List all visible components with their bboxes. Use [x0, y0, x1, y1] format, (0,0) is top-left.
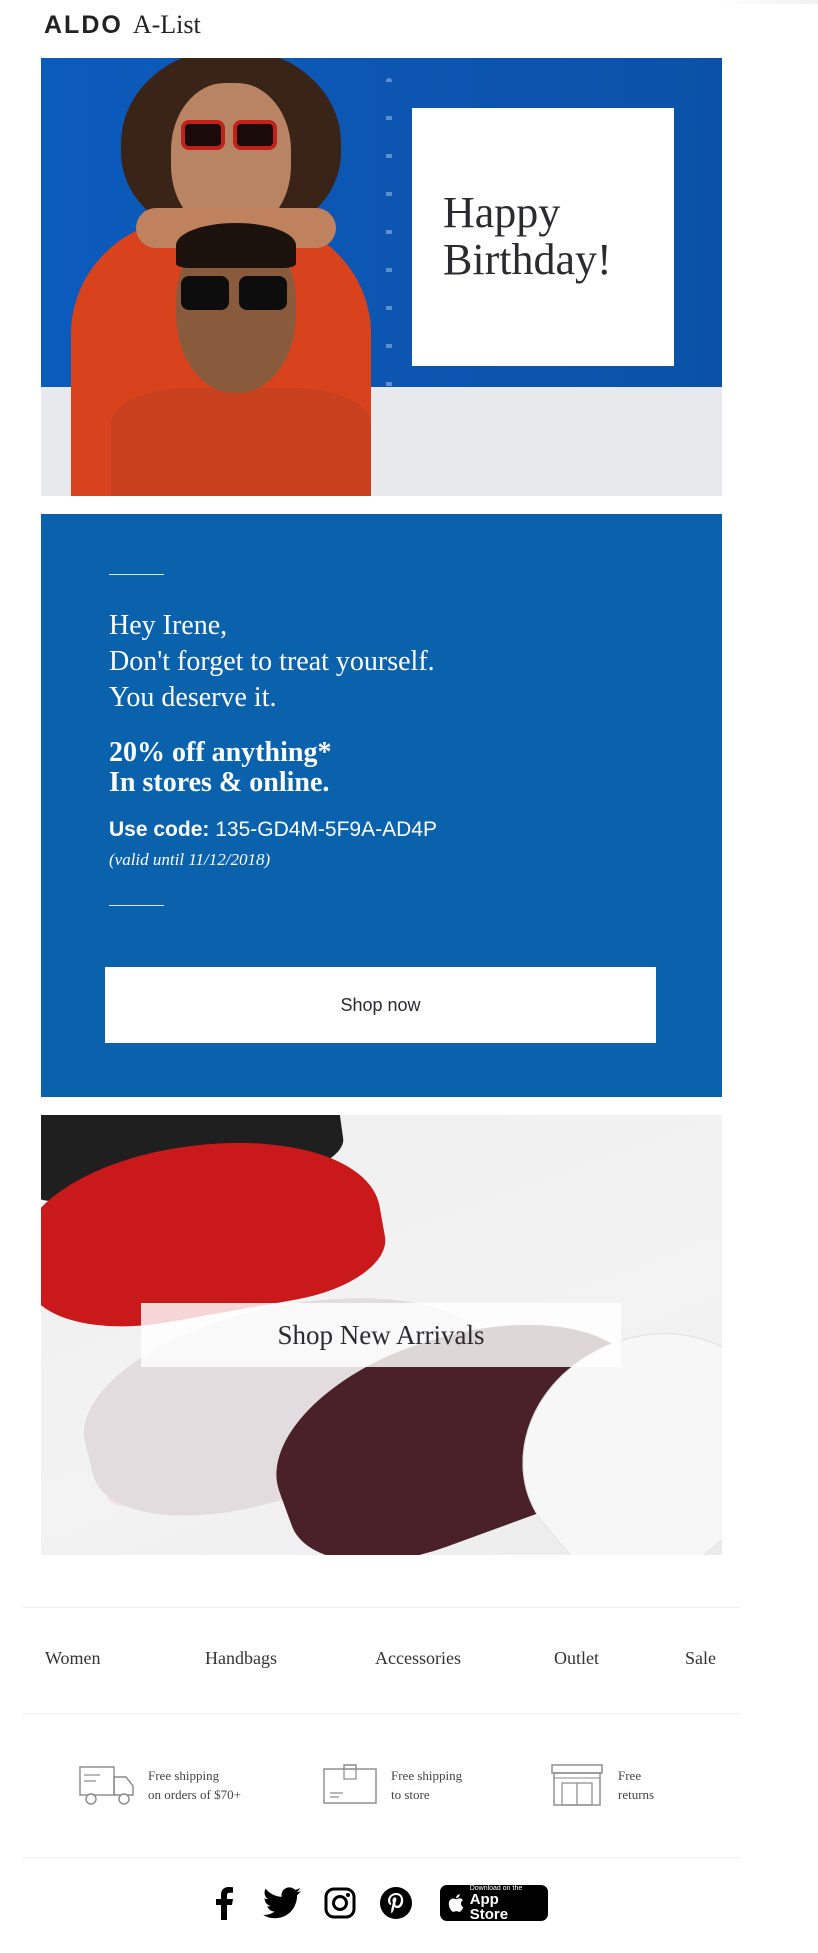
perk-text: Free shipping on orders of $70+	[148, 1768, 241, 1802]
man-shirt	[111, 388, 371, 496]
pinterest-icon	[380, 1887, 412, 1919]
greeting-line: Don't forget to treat yourself.	[109, 646, 435, 677]
instagram-icon	[324, 1887, 356, 1919]
storefront-icon	[551, 1764, 603, 1806]
greeting-line: You deserve it.	[109, 682, 277, 713]
happy-birthday-title: Happy Birthday!	[443, 188, 612, 284]
package-box-icon	[323, 1764, 377, 1804]
new-arrivals-banner[interactable]: Shop New Arrivals	[41, 1115, 722, 1555]
birthday-offer-panel: Hey Irene, Don't forget to treat yoursel…	[41, 514, 722, 1097]
divider-nav-top	[22, 1607, 740, 1608]
greeting-line: Hey Irene,	[109, 610, 228, 641]
twitter-icon	[263, 1887, 301, 1919]
perk-ship-to-store[interactable]: Free shipping to store	[321, 1763, 462, 1807]
perk-free-shipping[interactable]: Free shipping on orders of $70+	[78, 1763, 241, 1807]
perk-free-returns[interactable]: Free returns	[548, 1763, 654, 1807]
facebook-icon	[216, 1887, 233, 1920]
nav-link-sale[interactable]: Sale	[685, 1648, 716, 1669]
category-nav: Women Handbags Accessories Outlet Sale	[22, 1648, 740, 1672]
nav-link-handbags[interactable]: Handbags	[205, 1648, 277, 1669]
divider-social-top	[22, 1857, 740, 1858]
email-header: ALDO A-List	[44, 10, 201, 40]
promo-code-label: Use code:	[109, 818, 210, 841]
divider-rule-top	[109, 574, 164, 575]
divider-nav-bottom	[22, 1713, 740, 1714]
nav-link-accessories[interactable]: Accessories	[375, 1648, 461, 1669]
divider-rule-bottom	[109, 905, 164, 906]
woman-sunglasses	[181, 120, 281, 152]
twitter-link[interactable]	[262, 1885, 302, 1921]
nav-link-women[interactable]: Women	[45, 1648, 101, 1669]
discount-line: 20% off anything*	[109, 737, 332, 768]
hero-greeting-card: Happy Birthday!	[412, 108, 674, 366]
shop-now-button[interactable]: Shop now	[105, 967, 656, 1043]
discount-line: In stores & online.	[109, 767, 330, 798]
man-hair	[176, 223, 296, 268]
app-store-label: App Store	[469, 1890, 509, 1923]
perk-text: Free shipping to store	[391, 1768, 463, 1802]
discount-headline: 20% off anything* In stores & online.	[109, 738, 669, 798]
shop-new-arrivals-link[interactable]: Shop New Arrivals	[141, 1303, 621, 1367]
facebook-link[interactable]	[210, 1885, 238, 1921]
promo-validity: (valid until 11/12/2018)	[109, 850, 271, 869]
nav-link-outlet[interactable]: Outlet	[554, 1648, 599, 1669]
birthday-hero-banner[interactable]: Happy Birthday!	[41, 58, 722, 496]
promo-code: Use code: 135-GD4M-5F9A-AD4P	[109, 818, 437, 842]
hero-rivets	[386, 78, 392, 398]
delivery-truck-icon	[79, 1766, 134, 1805]
a-list-logo: A-List	[132, 10, 201, 39]
perk-text: Free returns	[618, 1768, 655, 1802]
aldo-logo[interactable]: ALDO	[44, 11, 123, 40]
promo-code-value: 135-GD4M-5F9A-AD4P	[215, 818, 437, 841]
man-sunglasses	[181, 276, 291, 312]
greeting-text: Hey Irene, Don't forget to treat yoursel…	[109, 608, 669, 716]
instagram-link[interactable]	[322, 1885, 358, 1921]
app-store-text: Download on the App Store	[470, 1885, 540, 1922]
pinterest-link[interactable]	[378, 1885, 414, 1921]
social-links: Download on the App Store	[0, 1885, 740, 1925]
apple-icon	[448, 1894, 464, 1912]
window-shadow	[718, 0, 818, 4]
app-store-badge[interactable]: Download on the App Store	[440, 1885, 548, 1922]
